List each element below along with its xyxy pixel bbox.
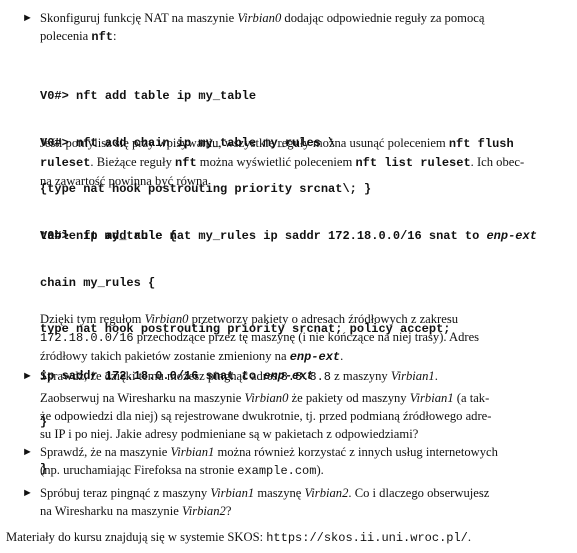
text: Zaobserwuj na Wiresharku na maszynie <box>40 391 245 405</box>
code-line: nft add table ip my_table <box>68 89 257 103</box>
text: że odpowiedzi dla niej) są rejestrowane … <box>40 409 492 423</box>
host-name: Virbian0 <box>244 391 289 405</box>
host-name: Virbian2 <box>304 486 349 500</box>
text: maszynę <box>254 486 305 500</box>
text: na zawartość powinna być równa <box>40 174 208 188</box>
text: Jeśli pomylisz się przy wpisywaniu, wszy… <box>40 136 449 150</box>
network-address: 172.18.0.0/16 <box>40 331 134 345</box>
item-2-para: Zaobserwuj na Wiresharku na maszynie Vir… <box>40 389 558 443</box>
text: Sprawdź, że na maszynie <box>40 445 171 459</box>
command: nft <box>91 30 114 44</box>
shell-prompt: V0#> <box>40 89 69 103</box>
text: (np. uruchamiając Firefoksa na stronie <box>40 463 238 477</box>
command: ruleset <box>40 156 91 170</box>
text: przechodzące przez tę maszynę (i nie koń… <box>133 330 480 344</box>
ip-address: 8.8.8.8 <box>280 370 332 384</box>
host-name: Virbian1 <box>390 369 435 383</box>
footer-text: Materiały do kursu znajdują się w system… <box>6 530 267 544</box>
host-name: Virbian1 <box>210 486 255 500</box>
code-line: table ip my_table { <box>40 229 177 243</box>
command: nft list ruleset <box>355 156 471 170</box>
host-name: Virbian0 <box>237 11 282 25</box>
bullet-marker: ► <box>22 370 33 382</box>
text: . <box>434 369 438 383</box>
text: z maszyny <box>331 369 391 383</box>
text: . Co i dlaczego obserwujesz <box>348 486 490 500</box>
text: Spróbuj teraz pingnąć z maszyny <box>40 486 211 500</box>
text: można również korzystać z innych usług i… <box>214 445 498 459</box>
text: na Wiresharku na maszynie <box>40 504 182 518</box>
text: Sprawdź, że dzięki temu możesz pingnąć a… <box>40 369 281 383</box>
command: nft flush <box>448 137 514 151</box>
text: przetworzy pakiety o adresach źródłowych… <box>188 312 459 326</box>
text: ). <box>316 463 324 477</box>
text: . Bieżące reguły <box>90 155 176 169</box>
code-line: chain my_rules { <box>40 275 156 290</box>
interface-name: enp-ext <box>289 350 341 364</box>
bullet-marker: ► <box>22 12 33 24</box>
text: su IP i po niej. Jakie adresy podmienian… <box>40 427 419 441</box>
item-2: Sprawdź, że dzięki temu możesz pingnąć a… <box>40 367 558 386</box>
bullet-marker: ► <box>22 487 33 499</box>
host-name: Virbian1 <box>170 445 215 459</box>
item-4: Spróbuj teraz pingnąć z maszyny Virbian1… <box>40 484 558 520</box>
item-1-intro: Skonfiguruj funkcję NAT na maszynie Virb… <box>40 9 558 46</box>
item-1-para-result: Dzięki tym regułom Virbian0 przetworzy p… <box>40 310 558 366</box>
text: : <box>113 29 117 43</box>
site-name: example.com <box>237 464 317 478</box>
bullet-marker: ► <box>22 446 33 458</box>
host-name: Virbian2 <box>181 504 226 518</box>
item-3: Sprawdź, że na maszynie Virbian1 można r… <box>40 443 558 480</box>
text: Skonfiguruj funkcję NAT na maszynie <box>40 11 238 25</box>
text: że pakiety od maszyny <box>288 391 410 405</box>
text: źródłowy takich pakietów zostanie zmieni… <box>40 349 290 363</box>
text: dodając odpowiednie reguły za pomocą <box>281 11 485 25</box>
text: polecenia <box>40 29 92 43</box>
footer: Materiały do kursu znajdują się w system… <box>6 528 566 547</box>
host-name: Virbian1 <box>409 391 454 405</box>
text: . Ich obec- <box>470 155 525 169</box>
host-name: Virbian0 <box>144 312 189 326</box>
text: ? <box>225 504 232 518</box>
footer-end: . <box>467 530 472 544</box>
command: nft <box>175 156 197 170</box>
text: Dzięki tym regułom <box>40 312 145 326</box>
text: (a tak- <box>453 391 490 405</box>
text: . <box>340 349 344 363</box>
item-1-para-flush: Jeśli pomylisz się przy wpisywaniu, wszy… <box>40 134 558 190</box>
skos-link[interactable]: https://skos.ii.uni.wroc.pl/ <box>266 531 468 545</box>
text: można wyświetlić poleceniem <box>196 155 356 169</box>
